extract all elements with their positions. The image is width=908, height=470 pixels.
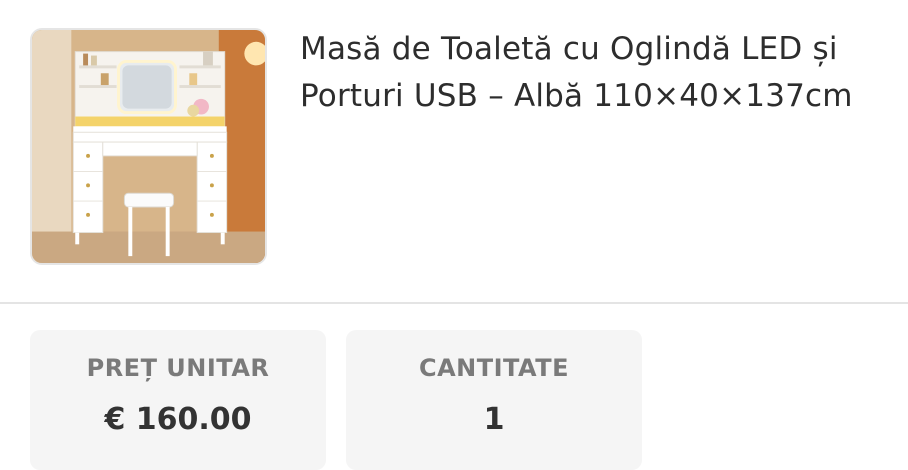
unit-price-card: PREȚ UNITAR € 160.00 bbox=[30, 330, 326, 470]
product-title[interactable]: Masă de Toaletă cu Oglindă LED și Portur… bbox=[300, 26, 900, 120]
vanity-table-photo bbox=[32, 30, 265, 263]
quantity-card: CANTITATE 1 bbox=[346, 330, 642, 470]
quantity-label: CANTITATE bbox=[418, 354, 570, 382]
product-row: Masă de Toaletă cu Oglindă LED și Portur… bbox=[0, 0, 908, 302]
unit-price-value: € 160.00 bbox=[104, 402, 252, 437]
product-image[interactable] bbox=[30, 28, 267, 265]
unit-price-label: PREȚ UNITAR bbox=[86, 354, 270, 382]
section-divider bbox=[0, 302, 908, 304]
quantity-value: 1 bbox=[483, 402, 505, 437]
